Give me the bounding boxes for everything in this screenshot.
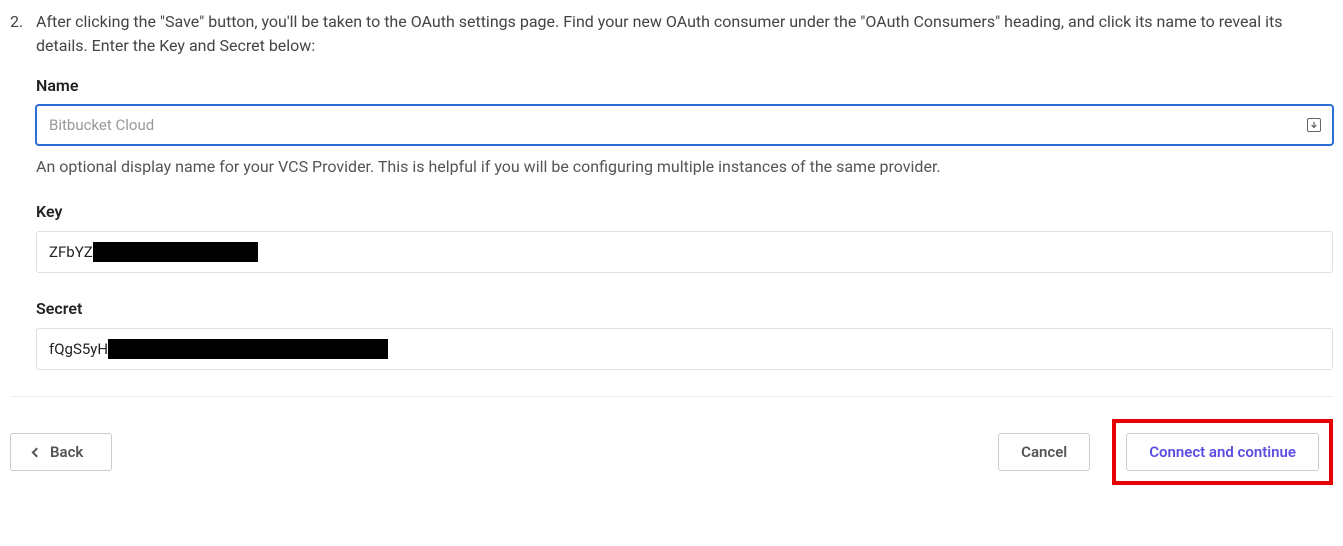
key-visible-value: ZFbYZ (49, 243, 93, 261)
name-label: Name (36, 76, 1333, 95)
secret-label: Secret (36, 299, 1333, 318)
key-input[interactable]: ZFbYZ (36, 231, 1333, 273)
back-button[interactable]: Back (10, 433, 112, 471)
name-input[interactable] (36, 105, 1333, 145)
name-help-text: An optional display name for your VCS Pr… (36, 157, 1333, 176)
step-instruction: 2. After clicking the "Save" button, you… (10, 10, 1333, 58)
secret-input[interactable]: fQgS5yH (36, 328, 1333, 370)
cancel-button[interactable]: Cancel (998, 433, 1090, 471)
button-row: Back Cancel Connect and continue (10, 419, 1333, 485)
key-label: Key (36, 202, 1333, 221)
step-number: 2. (10, 10, 28, 58)
secret-visible-value: fQgS5yH (49, 340, 108, 358)
connect-highlight: Connect and continue (1112, 419, 1333, 485)
chevron-left-icon (32, 447, 42, 457)
key-redaction (93, 242, 258, 262)
secret-redaction (108, 339, 388, 359)
back-button-label: Back (50, 443, 83, 461)
step-text: After clicking the "Save" button, you'll… (36, 10, 1333, 58)
connect-and-continue-button[interactable]: Connect and continue (1126, 433, 1319, 471)
section-divider (10, 396, 1333, 397)
